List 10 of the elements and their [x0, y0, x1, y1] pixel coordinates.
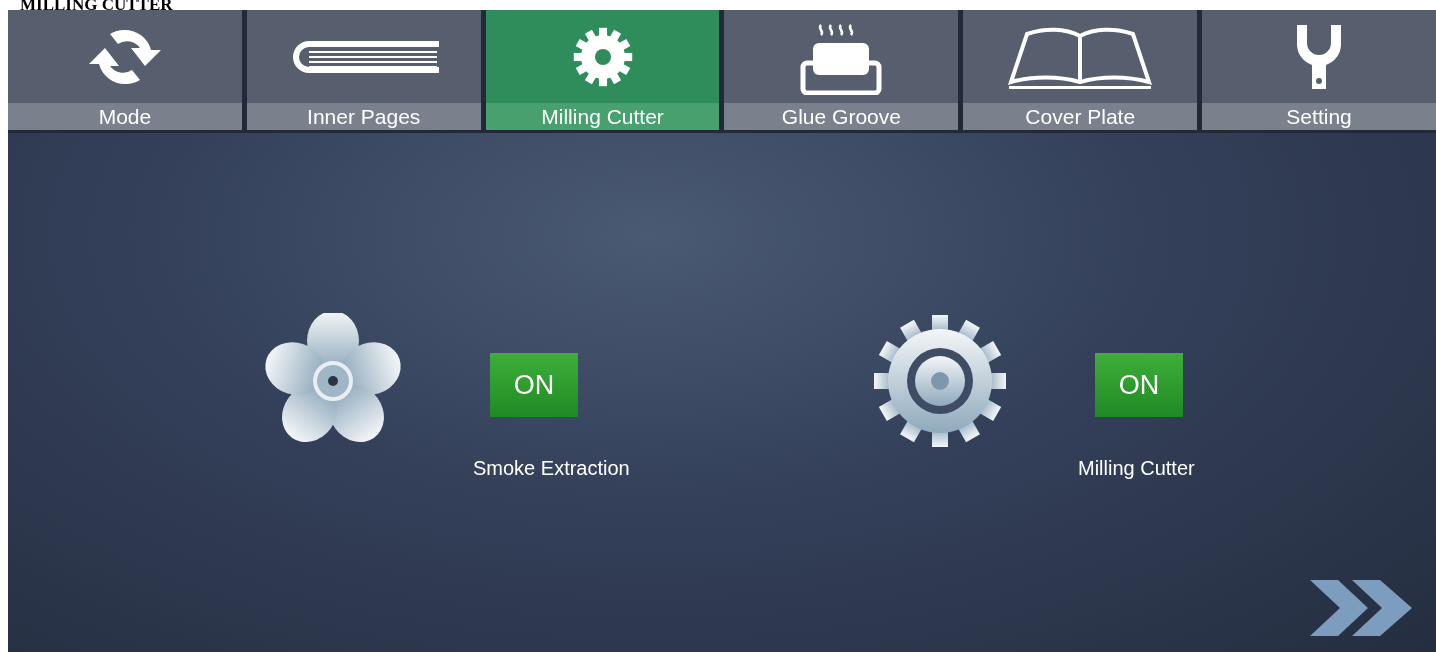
tab[interactable]: Cover Plate	[963, 10, 1198, 130]
toggle-button[interactable]: ON	[490, 353, 578, 417]
tab[interactable]: Setting	[1202, 10, 1436, 130]
control-label: Milling Cutter	[1078, 457, 1195, 480]
tab[interactable]: Mode	[8, 10, 242, 130]
control-label: Smoke Extraction	[473, 457, 630, 480]
toggle-button[interactable]: ON	[1095, 353, 1183, 417]
tab[interactable]: Milling Cutter	[485, 10, 720, 130]
tab[interactable]: Inner Pages	[246, 10, 481, 130]
tab[interactable]: Glue Groove	[724, 10, 959, 130]
